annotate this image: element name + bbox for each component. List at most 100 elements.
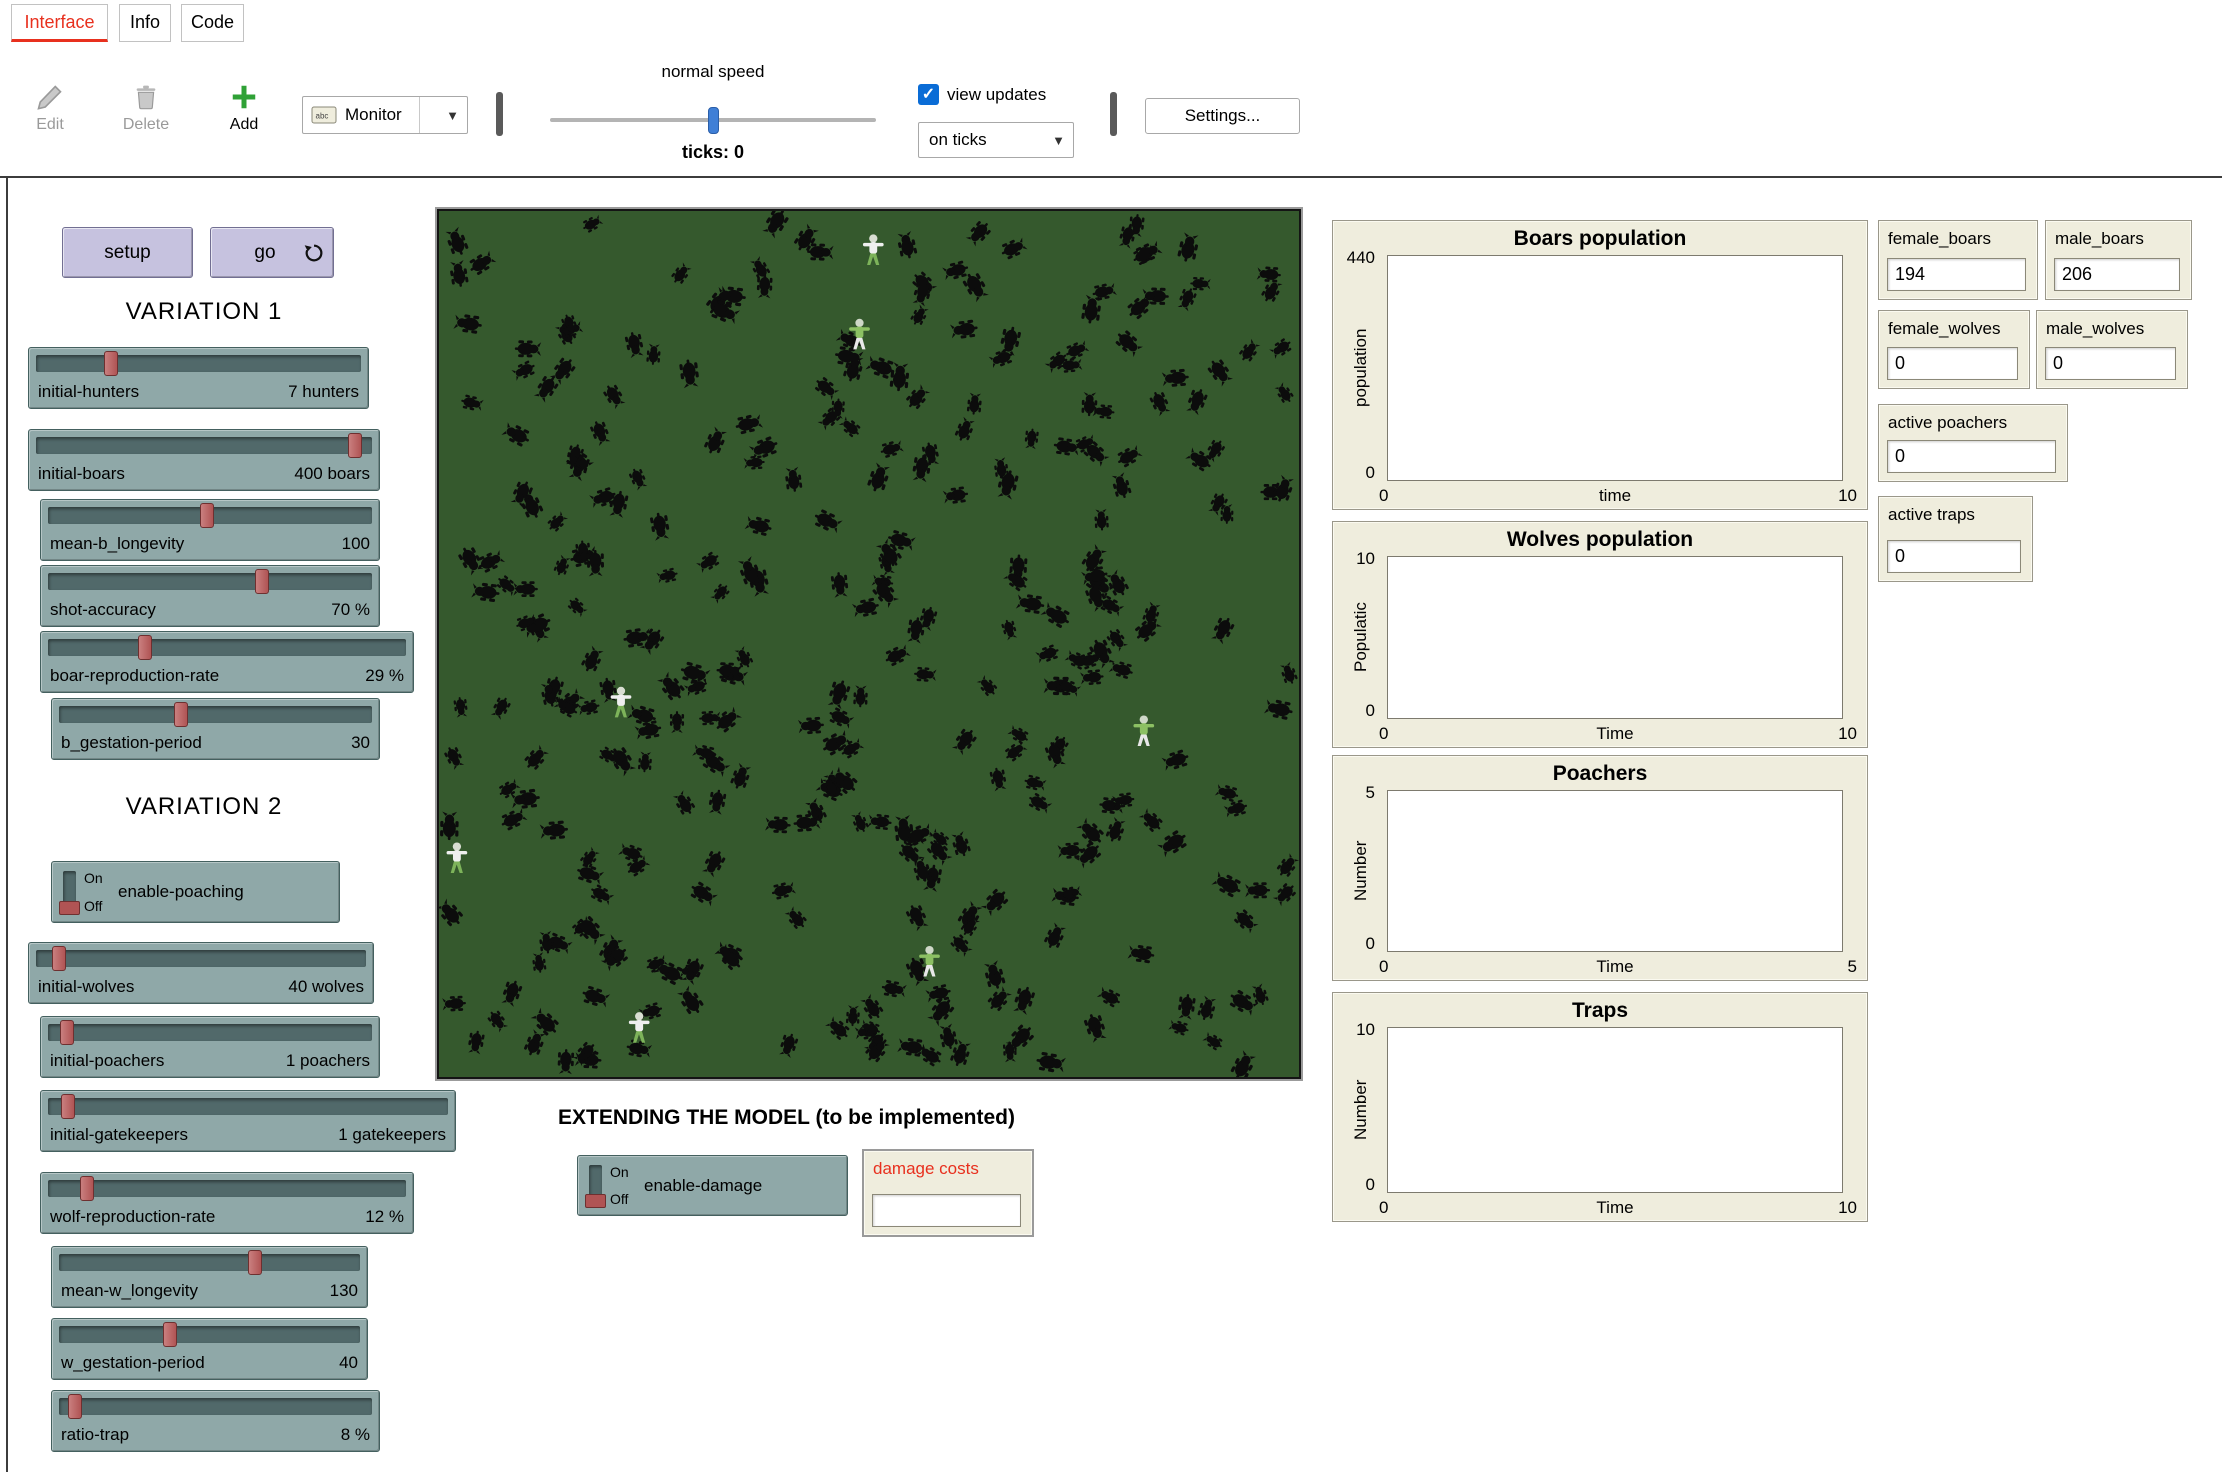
boar-agent[interactable] xyxy=(1202,1031,1225,1052)
boar-agent[interactable] xyxy=(883,643,912,668)
boar-agent[interactable] xyxy=(807,243,834,261)
boar-agent[interactable] xyxy=(853,685,868,707)
boar-agent[interactable] xyxy=(950,319,979,340)
boar-agent[interactable] xyxy=(588,883,615,907)
boar-agent[interactable] xyxy=(532,952,547,973)
boar-agent[interactable] xyxy=(770,880,796,900)
boar-agent[interactable] xyxy=(485,1008,509,1033)
boar-agent[interactable] xyxy=(510,788,541,810)
slider-initial-wolves[interactable]: initial-wolves40 wolves xyxy=(28,942,374,1004)
slider-initial-gatekeepers[interactable]: initial-gatekeepers1 gatekeepers xyxy=(40,1090,456,1152)
boar-agent[interactable] xyxy=(1190,277,1211,291)
boar-agent[interactable] xyxy=(1168,1019,1190,1037)
boar-agent[interactable] xyxy=(1161,748,1191,772)
slider-handle[interactable] xyxy=(200,503,214,528)
boar-agent[interactable] xyxy=(951,726,979,757)
boar-agent[interactable] xyxy=(948,932,974,958)
boar-agent[interactable] xyxy=(460,394,484,412)
boar-agent[interactable] xyxy=(1268,336,1294,360)
boar-agent[interactable] xyxy=(529,1006,561,1038)
boar-agent[interactable] xyxy=(744,514,773,537)
slider-handle[interactable] xyxy=(138,635,152,660)
boar-agent[interactable] xyxy=(850,811,870,835)
boar-agent[interactable] xyxy=(1223,799,1249,819)
boar-agent[interactable] xyxy=(578,846,601,870)
boar-agent[interactable] xyxy=(834,346,864,368)
boar-agent[interactable] xyxy=(744,455,766,470)
boar-agent[interactable] xyxy=(708,789,727,816)
boar-agent[interactable] xyxy=(989,766,1008,791)
boar-agent[interactable] xyxy=(695,550,722,574)
boar-agent[interactable] xyxy=(500,978,524,1007)
boar-agent[interactable] xyxy=(826,678,852,710)
boar-agent[interactable] xyxy=(501,421,533,449)
hunter-agent[interactable] xyxy=(447,842,468,873)
boar-agent[interactable] xyxy=(627,703,658,727)
boar-agent[interactable] xyxy=(826,706,854,730)
boar-agent[interactable] xyxy=(557,1049,574,1074)
boar-agent[interactable] xyxy=(1245,882,1270,898)
slider-handle[interactable] xyxy=(61,1094,75,1119)
slider-track[interactable] xyxy=(48,1180,406,1197)
boar-agent[interactable] xyxy=(1177,232,1201,263)
slider-track[interactable] xyxy=(36,355,361,372)
slider-b-gestation-period[interactable]: b_gestation-period30 xyxy=(51,698,380,760)
hunter-agent[interactable] xyxy=(611,687,632,718)
boar-agent[interactable] xyxy=(453,696,468,717)
view-updates-checkbox[interactable]: ✓ xyxy=(918,84,939,105)
boar-agent[interactable] xyxy=(914,667,937,683)
boar-agent[interactable] xyxy=(909,304,930,328)
boar-agent[interactable] xyxy=(866,462,892,494)
slider-wolf-reproduction-rate[interactable]: wolf-reproduction-rate12 % xyxy=(40,1172,414,1234)
tab-interface[interactable]: Interface xyxy=(11,4,108,42)
slider-track[interactable] xyxy=(48,573,372,590)
boar-agent[interactable] xyxy=(1105,817,1127,844)
world-view[interactable] xyxy=(435,207,1303,1081)
boar-agent[interactable] xyxy=(1091,282,1117,302)
boar-agent[interactable] xyxy=(1229,1049,1258,1079)
boar-agent[interactable] xyxy=(924,836,953,866)
boar-agent[interactable] xyxy=(765,816,791,834)
hunter-agent[interactable] xyxy=(863,234,884,265)
boar-agent[interactable] xyxy=(1177,993,1196,1020)
slider-handle[interactable] xyxy=(60,1020,74,1045)
boar-agent[interactable] xyxy=(896,231,918,260)
tab-code[interactable]: Code xyxy=(181,4,244,42)
boar-agent[interactable] xyxy=(729,762,753,791)
switch-knob[interactable] xyxy=(59,901,80,915)
boar-agent[interactable] xyxy=(1214,783,1240,803)
boar-agent[interactable] xyxy=(606,744,637,778)
boar-agent[interactable] xyxy=(1093,404,1116,420)
boar-agent[interactable] xyxy=(942,260,970,282)
slider-handle[interactable] xyxy=(52,946,66,971)
boar-agent[interactable] xyxy=(1080,669,1104,686)
boar-agent[interactable] xyxy=(967,392,983,415)
boar-agent[interactable] xyxy=(904,383,932,412)
setup-button[interactable]: setup xyxy=(62,227,193,278)
boar-agent[interactable] xyxy=(498,807,528,832)
boar-agent[interactable] xyxy=(1108,659,1135,680)
boar-agent[interactable] xyxy=(545,510,569,533)
boar-agent[interactable] xyxy=(437,897,466,929)
boar-agent[interactable] xyxy=(852,597,881,619)
slider-track[interactable] xyxy=(48,507,372,524)
boar-agent[interactable] xyxy=(522,744,550,773)
boar-agent[interactable] xyxy=(1040,600,1074,630)
boar-agent[interactable] xyxy=(467,1030,485,1055)
boar-agent[interactable] xyxy=(985,985,1013,1014)
slider-initial-poachers[interactable]: initial-poachers1 poachers xyxy=(40,1016,380,1078)
boar-agent[interactable] xyxy=(784,905,809,931)
boar-agent[interactable] xyxy=(702,426,728,457)
edit-button[interactable]: Edit xyxy=(22,80,78,134)
boar-agent[interactable] xyxy=(566,596,589,619)
boar-agent[interactable] xyxy=(701,848,728,879)
boar-agent[interactable] xyxy=(1081,392,1097,416)
boar-agent[interactable] xyxy=(879,439,904,459)
boar-agent[interactable] xyxy=(881,979,907,998)
slider-handle[interactable] xyxy=(348,433,362,458)
boar-agent[interactable] xyxy=(624,331,645,359)
boar-agent[interactable] xyxy=(1205,356,1234,387)
boar-agent[interactable] xyxy=(1264,698,1295,721)
boar-agent[interactable] xyxy=(625,1039,652,1059)
boar-agent[interactable] xyxy=(676,985,706,1018)
